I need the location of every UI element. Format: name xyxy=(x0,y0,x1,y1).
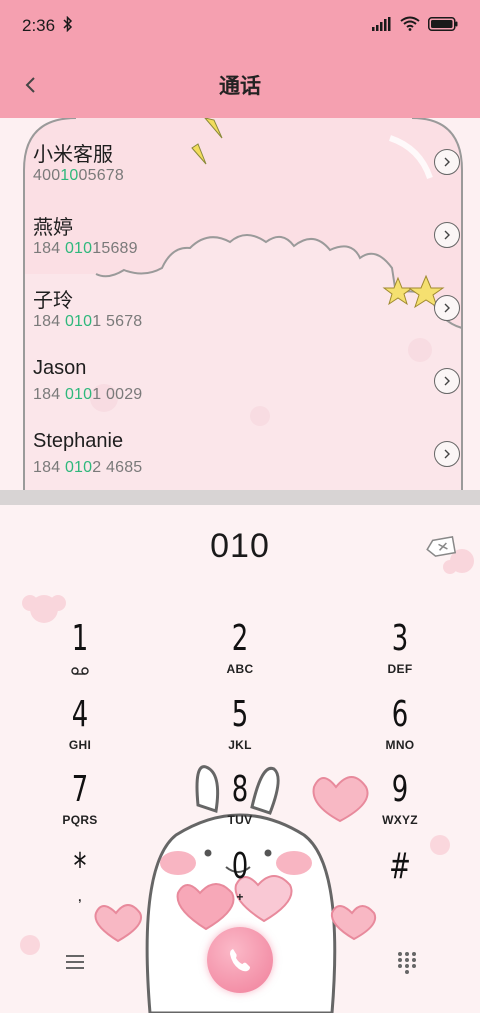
key-1[interactable]: 1 xyxy=(10,613,150,683)
key-digit: 3 xyxy=(391,618,409,659)
key-digit: 9 xyxy=(391,769,409,810)
phone-icon xyxy=(230,949,250,972)
wifi-icon xyxy=(400,16,420,36)
key-hash[interactable]: # xyxy=(330,841,470,911)
call-button[interactable] xyxy=(207,927,273,993)
chevron-right-icon xyxy=(444,449,450,459)
key-digit: 1 xyxy=(71,618,89,659)
backspace-icon xyxy=(426,535,457,557)
contact-detail-button[interactable] xyxy=(434,222,460,248)
key-digit: 7 xyxy=(71,769,89,810)
contact-detail-button[interactable] xyxy=(434,295,460,321)
dialpad-icon xyxy=(398,952,416,974)
key-2[interactable]: 2 ABC xyxy=(170,613,310,683)
status-bar: 2:36 xyxy=(0,0,480,52)
contact-name: Stephanie xyxy=(33,430,124,452)
key-digit: * xyxy=(73,846,87,887)
contact-number: 184 0102 4685 xyxy=(33,459,143,476)
key-digit: 8 xyxy=(231,769,249,810)
contact-number: 184 01015689 xyxy=(33,240,138,257)
chevron-right-icon xyxy=(444,230,450,240)
key-letters: TUV xyxy=(227,813,253,827)
contact-row[interactable]: Stephanie 184 0102 4685 xyxy=(0,418,480,491)
key-letters: GHI xyxy=(68,738,92,752)
key-letters: , xyxy=(78,890,82,904)
key-letters: + xyxy=(236,890,244,904)
contact-row[interactable]: 子玲 184 0101 5678 xyxy=(0,272,480,345)
contact-name: 小米客服 xyxy=(33,144,113,166)
key-letters: WXYZ xyxy=(382,813,418,827)
contact-detail-button[interactable] xyxy=(434,368,460,394)
contact-row[interactable]: Jason 184 0101 0029 xyxy=(0,345,480,418)
key-9[interactable]: 9 WXYZ xyxy=(330,764,470,834)
contact-match-list: 小米客服 4001005678 燕婷 184 01015689 子玲 184 0… xyxy=(0,118,480,505)
contact-name: 燕婷 xyxy=(33,217,73,239)
key-digit: 6 xyxy=(391,694,409,735)
menu-icon xyxy=(66,955,84,969)
key-6[interactable]: 6 MNO xyxy=(330,689,470,759)
contact-detail-button[interactable] xyxy=(434,441,460,467)
contact-number: 184 0101 0029 xyxy=(33,386,143,403)
key-letters: MNO xyxy=(385,738,415,752)
key-letters: ABC xyxy=(226,662,254,676)
key-digit: 0 xyxy=(231,846,249,887)
bluetooth-icon xyxy=(63,15,73,36)
key-letters: DEF xyxy=(387,662,413,676)
key-letters: PQRS xyxy=(62,813,98,827)
battery-icon xyxy=(428,16,458,36)
key-digit: 5 xyxy=(231,694,249,735)
page-title: 通话 xyxy=(219,75,261,98)
key-4[interactable]: 4 GHI xyxy=(10,689,150,759)
title-bar: 通话 xyxy=(0,52,480,118)
key-letters: JKL xyxy=(228,738,252,752)
contact-row[interactable]: 小米客服 4001005678 xyxy=(0,126,480,199)
chevron-right-icon xyxy=(444,157,450,167)
key-7[interactable]: 7 PQRS xyxy=(10,764,150,834)
menu-button[interactable] xyxy=(58,945,92,979)
key-digit: # xyxy=(389,846,411,887)
contact-name: 子玲 xyxy=(33,290,73,312)
list-scroll-edge xyxy=(0,490,480,505)
dialer-panel: 010 1 2 ABC 3 DEF 4 GHI 5 JKL 6 MNO 7 PQ… xyxy=(0,505,480,1013)
signal-icon xyxy=(372,16,392,36)
contact-detail-button[interactable] xyxy=(434,149,460,175)
key-star[interactable]: * , xyxy=(10,841,150,911)
voicemail-icon xyxy=(71,667,89,675)
chevron-right-icon xyxy=(444,376,450,386)
key-digit: 4 xyxy=(71,694,89,735)
contact-number: 4001005678 xyxy=(33,167,124,184)
key-5[interactable]: 5 JKL xyxy=(170,689,310,759)
contact-number: 184 0101 5678 xyxy=(33,313,143,330)
key-0[interactable]: 0 + xyxy=(170,841,310,911)
dialpad-toggle-button[interactable] xyxy=(390,945,424,979)
contact-name: Jason xyxy=(33,357,87,379)
key-3[interactable]: 3 DEF xyxy=(330,613,470,683)
status-time: 2:36 xyxy=(22,16,56,35)
backspace-button[interactable] xyxy=(424,535,458,559)
chevron-right-icon xyxy=(444,303,450,313)
contact-row[interactable]: 燕婷 184 01015689 xyxy=(0,199,480,272)
key-digit: 2 xyxy=(231,618,249,659)
key-8[interactable]: 8 TUV xyxy=(170,764,310,834)
back-button[interactable] xyxy=(14,68,48,102)
chevron-left-icon xyxy=(25,77,35,93)
dialed-number-display[interactable]: 010 xyxy=(0,527,480,566)
